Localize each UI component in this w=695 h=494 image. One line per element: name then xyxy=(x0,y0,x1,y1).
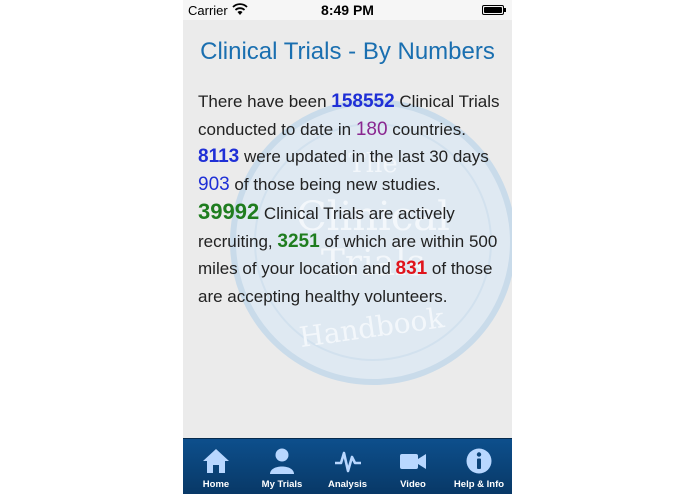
tab-video[interactable]: Video xyxy=(380,439,446,494)
pulse-icon xyxy=(334,451,361,473)
tab-home-label: Home xyxy=(202,479,230,490)
tab-my-trials-label: My Trials xyxy=(261,479,303,490)
recruiting-count: 39992 xyxy=(198,199,260,224)
updated-count: 8113 xyxy=(198,146,240,167)
tab-help-info-label: Help & Info xyxy=(453,479,505,490)
tab-home[interactable]: Home xyxy=(183,439,249,494)
recruiting-paragraph: 39992 Clinical Trials are actively recru… xyxy=(198,199,498,306)
info-icon xyxy=(466,448,492,474)
countries-count: 180 xyxy=(355,118,388,140)
home-icon xyxy=(203,449,229,473)
page-title: Clinical Trials - By Numbers xyxy=(200,38,495,65)
tab-my-trials[interactable]: My Trials xyxy=(249,439,315,494)
tab-bar: Home My Trials Analysis Video Help & Inf… xyxy=(183,438,512,494)
status-time: 8:49 PM xyxy=(321,2,374,18)
person-icon xyxy=(270,448,294,474)
total-trials-count: 158552 xyxy=(331,91,395,112)
phone-screen: Carrier 8:49 PM The Clinical Trials Hand… xyxy=(183,0,512,494)
status-bar: Carrier 8:49 PM xyxy=(183,0,512,20)
tab-help-info[interactable]: Help & Info xyxy=(446,439,512,494)
healthy-volunteers-count: 831 xyxy=(395,258,428,279)
tab-analysis[interactable]: Analysis xyxy=(315,439,380,494)
within-500-miles-count: 3251 xyxy=(277,230,320,252)
new-studies-count: 903 xyxy=(198,173,230,195)
tab-video-label: Video xyxy=(400,479,426,490)
stats-summary: There have been 158552 Clinical Trials c… xyxy=(198,88,503,310)
battery-icon xyxy=(482,5,506,15)
trials-conducted-paragraph: There have been 158552 Clinical Trials c… xyxy=(198,91,500,195)
video-camera-icon xyxy=(400,454,426,469)
tab-analysis-label: Analysis xyxy=(327,479,368,490)
